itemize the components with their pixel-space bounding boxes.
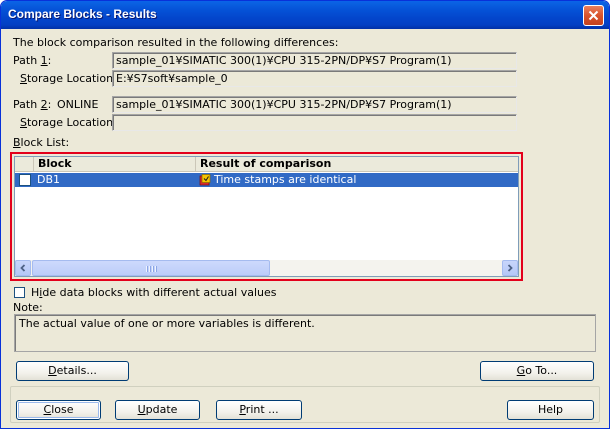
table-row[interactable]: DB1 Time stamps are identical	[15, 173, 518, 187]
path2-storage-label: Storage Location:	[20, 116, 117, 129]
header-check-column[interactable]	[15, 157, 34, 172]
go-to-button[interactable]: Go To...	[480, 361, 594, 381]
horizontal-scrollbar[interactable]	[15, 260, 518, 276]
path1-field[interactable]: sample_01¥SIMATIC 300(1)¥CPU 315-2PN/DP¥…	[112, 52, 517, 69]
path2-label: Path 2:	[13, 98, 52, 111]
block-list-header: Block Result of comparison	[15, 157, 518, 172]
note-text: The actual value of one or more variable…	[19, 317, 315, 330]
row-checkbox[interactable]	[19, 174, 31, 186]
close-icon	[588, 10, 599, 21]
help-button[interactable]: Help	[507, 400, 594, 420]
hide-data-blocks-label[interactable]: Hide data blocks with different actual v…	[31, 286, 276, 299]
title-bar[interactable]: Compare Blocks - Results	[1, 1, 609, 29]
close-button[interactable]: Close	[16, 400, 101, 420]
row-result: Time stamps are identical	[214, 173, 357, 186]
header-result[interactable]: Result of comparison	[196, 157, 518, 172]
row-block: DB1	[37, 173, 61, 186]
hide-data-blocks-checkbox[interactable]	[14, 287, 25, 298]
note-field[interactable]: The actual value of one or more variable…	[14, 314, 596, 352]
block-list-label: Block List:	[13, 136, 70, 149]
block-list[interactable]: Block Result of comparison DB1 Time stam…	[14, 156, 519, 277]
header-block[interactable]: Block	[34, 157, 196, 172]
details-button[interactable]: Details...	[16, 361, 129, 381]
scroll-thumb[interactable]	[32, 260, 270, 276]
close-window-button[interactable]	[583, 5, 604, 26]
path2-field[interactable]: sample_01¥SIMATIC 300(1)¥CPU 315-2PN/DP¥…	[112, 96, 517, 113]
window-title: Compare Blocks - Results	[8, 7, 157, 21]
print-button[interactable]: Print ...	[216, 400, 302, 420]
path1-storage-label: Storage Location:	[20, 72, 117, 85]
chevron-right-icon	[507, 264, 513, 272]
intro-text: The block comparison resulted in the fol…	[13, 36, 339, 49]
chevron-left-icon	[20, 264, 26, 272]
compare-blocks-dialog: Compare Blocks - Results The block compa…	[0, 0, 610, 429]
path1-label: Path 1:	[13, 54, 52, 67]
comparison-result-icon	[199, 174, 211, 186]
note-label: Note:	[13, 301, 43, 314]
path1-storage-field[interactable]: E:¥S7soft¥sample_0	[112, 70, 517, 87]
path2-mode: ONLINE	[57, 98, 99, 111]
scroll-right-button[interactable]	[502, 260, 518, 276]
path2-storage-field[interactable]	[112, 114, 517, 131]
scroll-left-button[interactable]	[15, 260, 31, 276]
update-button[interactable]: Update	[115, 400, 200, 420]
